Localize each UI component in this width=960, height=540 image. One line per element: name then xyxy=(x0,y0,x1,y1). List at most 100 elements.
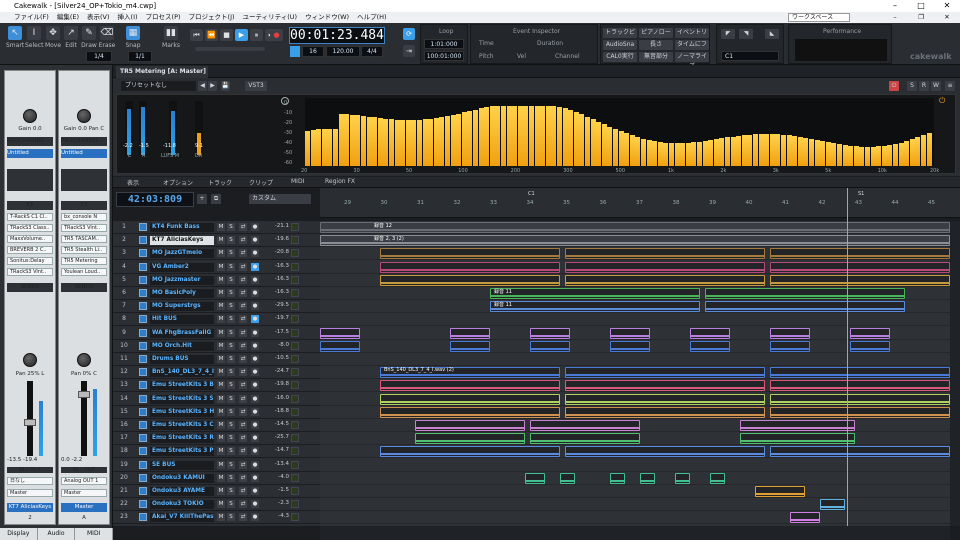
screenset-fit[interactable]: タイムにフ xyxy=(675,40,709,50)
track-volume[interactable]: -1.5 xyxy=(263,487,289,493)
mute-button[interactable]: M xyxy=(217,275,225,284)
clip[interactable] xyxy=(610,340,650,352)
solo-button[interactable]: S xyxy=(227,236,235,245)
clip-lane[interactable] xyxy=(320,419,950,432)
clip[interactable] xyxy=(770,248,950,260)
clip[interactable] xyxy=(415,433,525,445)
clip-lane[interactable] xyxy=(320,261,950,274)
record-arm-icon[interactable]: ● xyxy=(251,473,259,482)
clip[interactable] xyxy=(565,393,765,405)
clip[interactable] xyxy=(560,472,575,484)
input-select[interactable]: Analog OUT 1 xyxy=(61,477,107,485)
track-name[interactable]: Ondoku3 TOKIO xyxy=(150,500,214,510)
record-arm-icon[interactable]: ● xyxy=(251,275,259,284)
input-echo-icon[interactable]: ⇄ xyxy=(239,315,247,324)
input-echo-icon[interactable]: ⇄ xyxy=(239,262,247,271)
tool-select[interactable]: I Select xyxy=(25,26,44,54)
menu-project[interactable]: プロジェクト(J) xyxy=(189,12,235,23)
clip-lane[interactable] xyxy=(320,274,950,287)
clip[interactable] xyxy=(740,433,855,445)
track-volume[interactable]: -20.8 xyxy=(263,249,289,255)
track-header[interactable]: 14 Emu StreetKits 3 SD M S ⇄ ● -16.0 xyxy=(113,393,320,406)
workspace-select[interactable]: ワークスペース xyxy=(788,13,850,22)
input-echo-icon[interactable]: ⇄ xyxy=(239,381,247,390)
fx-slot[interactable]: Youlean Loud.. xyxy=(61,268,107,276)
eq-graph[interactable] xyxy=(61,169,107,191)
track-header[interactable]: 16 Emu StreetKits 3 CC M S ⇄ ● -14.5 xyxy=(113,419,320,432)
time-display[interactable]: 00:01:23.484 xyxy=(289,27,385,44)
menu-file[interactable]: ファイル(F) xyxy=(14,12,49,23)
gain-knob[interactable] xyxy=(77,109,91,123)
input-echo-icon[interactable]: ⇄ xyxy=(239,460,247,469)
rewind-to-start-button[interactable]: ⏮ xyxy=(190,29,203,41)
solo-button[interactable]: S xyxy=(227,473,235,482)
clip[interactable] xyxy=(380,261,560,273)
clip[interactable] xyxy=(320,340,360,352)
fx-slot[interactable]: TR5 Metering xyxy=(61,257,107,265)
clip-lane[interactable] xyxy=(320,432,950,446)
solo-button[interactable]: S xyxy=(227,460,235,469)
mute-button[interactable]: M xyxy=(217,236,225,245)
clip[interactable] xyxy=(450,340,490,352)
menu-window[interactable]: ウィンドウ(W) xyxy=(305,12,349,23)
solo-button[interactable]: S xyxy=(227,355,235,363)
play-button[interactable]: ▶ xyxy=(235,29,248,41)
track-volume[interactable]: -19.8 xyxy=(263,381,289,387)
input-select[interactable]: 日なし xyxy=(7,477,53,485)
tab-display[interactable]: Display xyxy=(0,528,38,540)
track-volume[interactable]: -14.7 xyxy=(263,447,289,453)
clip-lane[interactable] xyxy=(320,313,950,327)
horizontal-scrollbar[interactable] xyxy=(320,526,950,540)
input-echo-icon[interactable]: ⇄ xyxy=(239,368,247,377)
track-name[interactable]: Emu StreetKits 3 CC xyxy=(150,421,214,430)
record-arm-icon[interactable]: ● xyxy=(251,289,259,297)
menu-insert[interactable]: 挿入(I) xyxy=(118,12,138,23)
snap-button[interactable]: ▦ Snap xyxy=(122,26,144,54)
input-echo-icon[interactable]: ⇄ xyxy=(239,513,247,522)
record-arm-icon[interactable]: ● xyxy=(251,223,259,231)
solo-button[interactable]: S xyxy=(227,421,235,429)
marker[interactable]: C1 xyxy=(528,191,535,197)
fx-slot[interactable]: T-RackS C1 Cl.. xyxy=(7,213,53,221)
fader-cap[interactable] xyxy=(78,391,90,398)
tab-tr5-metering[interactable]: TR5 Metering [A: Master] ✕ xyxy=(116,66,208,87)
close-icon[interactable]: ✕ xyxy=(934,0,960,12)
power-icon[interactable]: ⏻ xyxy=(889,81,899,91)
track-name[interactable]: MO Jazzmaster xyxy=(150,275,214,285)
clip[interactable] xyxy=(565,274,765,286)
record-arm-icon[interactable]: ● xyxy=(251,421,259,429)
track-name[interactable]: Emu StreetKits 3 PC xyxy=(150,447,214,457)
track-name[interactable]: WA FhgBrassFallG xyxy=(150,328,214,338)
clip[interactable] xyxy=(380,274,560,286)
track-header[interactable]: 1 KT4 Funk Bass M S ⇄ ● -21.1 xyxy=(113,221,320,234)
tv-menu-tracks[interactable]: トラック xyxy=(208,178,232,187)
mute-button[interactable]: M xyxy=(217,341,225,350)
tool-draw[interactable]: ✎ Draw xyxy=(80,26,98,54)
mute-button[interactable]: M xyxy=(217,447,225,456)
solo-button[interactable]: S xyxy=(227,447,235,456)
track-volume[interactable]: -16.3 xyxy=(263,289,289,295)
s-button[interactable]: S xyxy=(907,81,917,91)
screenset-silence[interactable]: 無音部分 xyxy=(639,52,673,62)
input-echo-icon[interactable]: ⇄ xyxy=(239,500,247,509)
prochannel-preset[interactable]: Untitled xyxy=(61,149,107,158)
clip[interactable] xyxy=(415,420,525,431)
record-arm-icon[interactable]: ● xyxy=(251,434,259,443)
mute-button[interactable]: M xyxy=(217,513,225,522)
fx-slot[interactable]: TRackS3 Vint.. xyxy=(7,268,53,276)
prochannel-preset[interactable]: Untitled xyxy=(7,149,53,158)
strip-track-name[interactable]: KT7 AliciasKeys xyxy=(7,503,53,512)
track-volume[interactable]: -21.1 xyxy=(263,223,289,229)
pause-button[interactable]: ⏸ xyxy=(250,29,263,41)
solo-button[interactable]: S xyxy=(227,434,235,443)
solo-button[interactable]: S xyxy=(227,500,235,509)
record-arm-icon[interactable]: ● xyxy=(251,407,259,416)
mute-button[interactable]: M xyxy=(217,434,225,443)
track-name[interactable]: Akai_V7 KillThePast xyxy=(150,513,214,523)
mute-button[interactable]: M xyxy=(217,223,225,231)
screenset-trackview[interactable]: トラックビュー xyxy=(603,28,637,46)
track-name[interactable]: Drums BUS xyxy=(150,355,214,364)
clip[interactable] xyxy=(740,420,855,431)
track-volume[interactable]: -16.3 xyxy=(263,276,289,282)
clip[interactable] xyxy=(690,340,730,352)
